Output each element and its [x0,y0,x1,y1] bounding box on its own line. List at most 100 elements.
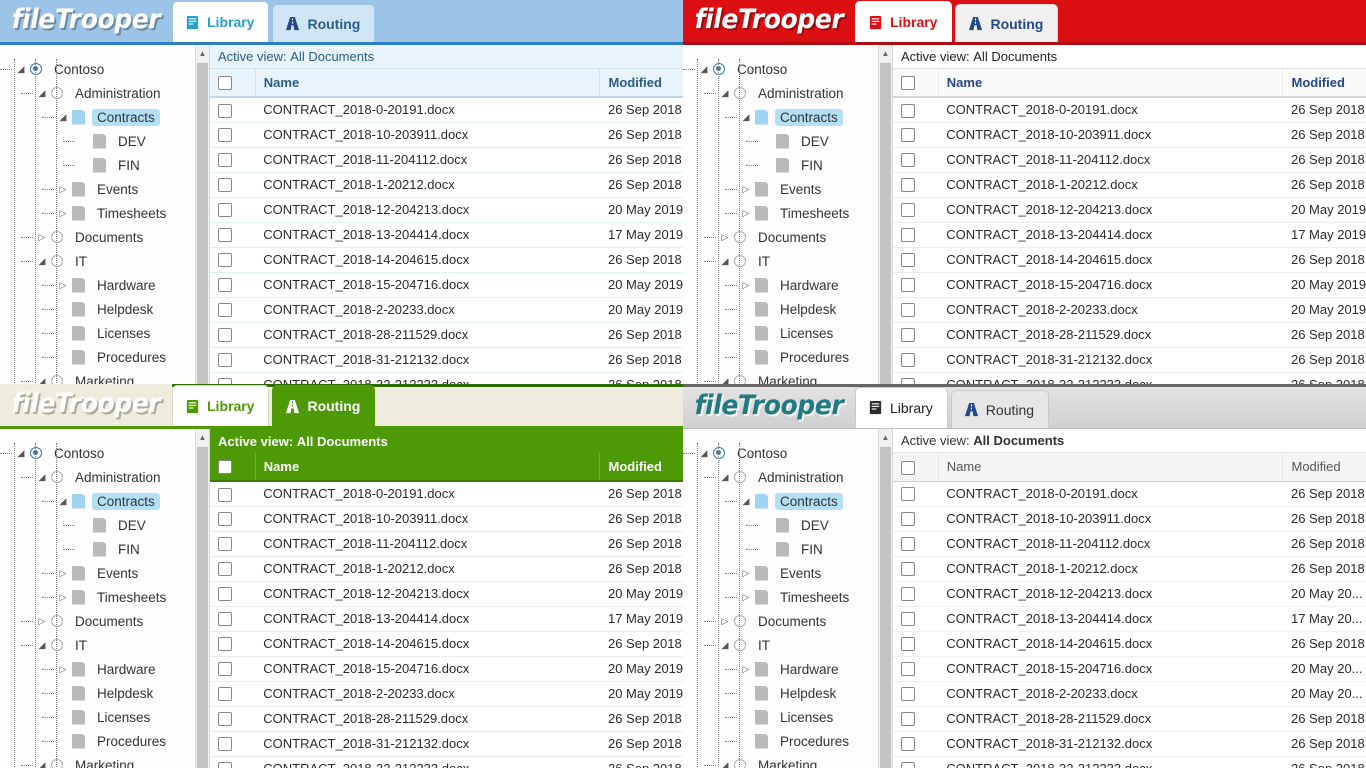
table-row[interactable]: CONTRACT_2018-14-204615.docx 26 Sep 2018 [210,247,683,273]
column-header-name[interactable]: Name [255,69,601,98]
tree-node-hardware[interactable]: ▷ Hardware [6,273,209,297]
table-row[interactable]: CONTRACT_2018-28-211529.docx 26 Sep 2018 [210,322,683,348]
site-radio-icon[interactable] [734,87,746,99]
table-row[interactable]: CONTRACT_2018-10-203911.docx 26 Sep 2018 [210,506,683,532]
tree-node-events[interactable]: ▷ Events [689,177,892,201]
column-header-name[interactable]: Name [255,453,601,482]
scrollbar-thumb[interactable] [197,447,208,768]
tree-node-helpdesk[interactable]: Helpdesk [6,681,209,705]
cell-name[interactable]: CONTRACT_2018-32-212233.docx [938,372,1283,384]
table-row[interactable]: CONTRACT_2018-1-20212.docx 26 Sep 2018 [210,172,683,198]
tree-node-documents[interactable]: ▷ Documents [6,609,209,633]
row-checkbox[interactable] [901,153,915,168]
tree-node-events[interactable]: ▷ Events [689,561,892,585]
table-row[interactable]: CONTRACT_2018-13-204414.docx17 May 2019P… [893,222,1366,248]
tab-routing[interactable]: Routing [955,4,1059,42]
tree-node-administration[interactable]: ◢ Administration [6,465,209,489]
tree-node-timesheets[interactable]: ▷ Timesheets [689,201,892,225]
tree-node-dev[interactable]: DEV [6,129,209,153]
column-header-name[interactable]: Name [938,69,1284,98]
tree-node-contoso[interactable]: ◢ Contoso [683,57,892,81]
tree-node-timesheets[interactable]: ▷ Timesheets [689,585,892,609]
tree-node-hardware[interactable]: ▷ Hardware [6,657,209,681]
cell-name[interactable]: CONTRACT_2018-15-204716.docx [255,656,600,682]
tree-node-dev[interactable]: DEV [689,129,892,153]
scroll-up-icon[interactable]: ▲ [879,45,892,61]
cell-name[interactable]: CONTRACT_2018-10-203911.docx [938,506,1283,532]
tab-routing[interactable]: Routing [950,390,1050,428]
tree-node-contoso[interactable]: ◢ Contoso [683,441,892,465]
table-row[interactable]: CONTRACT_2018-11-204112.docx 26 Sep 2018 [210,147,683,173]
cell-name[interactable]: CONTRACT_2018-2-20233.docx [255,297,600,323]
row-checkbox[interactable] [218,203,232,218]
row-checkbox[interactable] [901,328,915,343]
row-checkbox[interactable] [901,203,915,218]
tree-node-administration[interactable]: ◢ Administration [689,81,892,105]
cell-name[interactable]: CONTRACT_2018-32-212233.docx [255,756,600,768]
row-checkbox[interactable] [218,228,232,243]
tree-node-marketing[interactable]: ◢ Marketing [6,753,209,768]
cell-name[interactable]: CONTRACT_2018-32-212233.docx [938,756,1283,768]
row-checkbox[interactable] [218,487,232,502]
tree-node-licenses[interactable]: Licenses [6,705,209,729]
tree-node-licenses[interactable]: Licenses [6,321,209,345]
tree-node-contracts[interactable]: ◢ Contracts [689,105,892,129]
row-checkbox[interactable] [218,253,232,268]
column-header-modified[interactable]: Modified [1282,453,1366,482]
table-row[interactable]: CONTRACT_2018-12-204213.docx 20 May 20...… [893,581,1366,607]
cell-name[interactable]: CONTRACT_2018-10-203911.docx [255,122,600,148]
tree-node-marketing[interactable]: ◢ Marketing [689,369,892,384]
tree-node-contracts[interactable]: ◢ Contracts [689,489,892,513]
table-row[interactable]: CONTRACT_2018-31-212132.docx 26 Sep 2018 [210,347,683,373]
cell-name[interactable]: CONTRACT_2018-14-204615.docx [938,247,1283,273]
tree-node-it[interactable]: ◢ IT [6,633,209,657]
tree-node-fin[interactable]: FIN [6,537,209,561]
table-row[interactable]: CONTRACT_2018-0-20191.docx 26 Sep 2018 [210,481,683,507]
tree-node-hardware[interactable]: ▷ Hardware [689,273,892,297]
row-checkbox[interactable] [218,512,232,527]
table-row[interactable]: CONTRACT_2018-2-20233.docx20 May 2019AD … [210,297,683,323]
row-checkbox[interactable] [901,762,915,768]
site-radio-icon[interactable] [30,63,42,75]
cell-name[interactable]: CONTRACT_2018-2-20233.docx [938,297,1283,323]
tree-node-timesheets[interactable]: ▷ Timesheets [6,201,209,225]
row-checkbox[interactable] [901,687,915,702]
row-checkbox[interactable] [901,178,915,193]
tree-scrollbar[interactable]: ▲ [195,45,209,384]
row-checkbox[interactable] [218,353,232,368]
tab-library[interactable]: Library [172,1,270,42]
site-radio-icon[interactable] [51,87,63,99]
site-radio-icon[interactable] [51,231,63,243]
row-checkbox[interactable] [901,512,915,527]
row-checkbox[interactable] [901,487,915,502]
cell-name[interactable]: CONTRACT_2018-13-204414.docx [255,222,600,248]
column-header-name[interactable]: Name [938,453,1284,482]
table-row[interactable]: CONTRACT_2018-32-212233.docx26 Sep 2018 [893,756,1366,768]
tree-node-timesheets[interactable]: ▷ Timesheets [6,585,209,609]
tab-library[interactable]: Library [172,385,270,426]
cell-name[interactable]: CONTRACT_2018-0-20191.docx [938,481,1283,507]
cell-name[interactable]: CONTRACT_2018-13-204414.docx [938,606,1283,632]
row-checkbox[interactable] [218,687,232,702]
tree-node-it[interactable]: ◢ IT [689,249,892,273]
table-row[interactable]: CONTRACT_2018-11-204112.docx 26 Sep 2018 [893,531,1366,557]
tree-node-events[interactable]: ▷ Events [6,561,209,585]
tree-node-fin[interactable]: FIN [689,153,892,177]
cell-name[interactable]: CONTRACT_2018-28-211529.docx [938,322,1283,348]
row-checkbox[interactable] [218,537,232,552]
cell-name[interactable]: CONTRACT_2018-10-203911.docx [938,122,1283,148]
tree-node-administration[interactable]: ◢ Administration [6,81,209,105]
tree-scrollbar[interactable]: ▲ [878,45,892,384]
scroll-up-icon[interactable]: ▲ [879,429,892,445]
cell-name[interactable]: CONTRACT_2018-31-212132.docx [938,731,1283,757]
cell-name[interactable]: CONTRACT_2018-14-204615.docx [255,631,600,657]
select-all-checkbox[interactable] [901,76,915,91]
table-row[interactable]: CONTRACT_2018-11-204112.docx 26 Sep 2018 [893,147,1366,173]
table-row[interactable]: CONTRACT_2018-1-20212.docx 26 Sep 2018 [210,556,683,582]
cell-name[interactable]: CONTRACT_2018-11-204112.docx [938,147,1283,173]
row-checkbox[interactable] [218,587,232,602]
table-row[interactable]: CONTRACT_2018-2-20233.docx20 May 2019AD … [893,297,1366,323]
brand-logo[interactable]: fileTrooper [0,0,172,42]
tree-node-fin[interactable]: FIN [6,153,209,177]
scrollbar-thumb[interactable] [880,447,891,768]
